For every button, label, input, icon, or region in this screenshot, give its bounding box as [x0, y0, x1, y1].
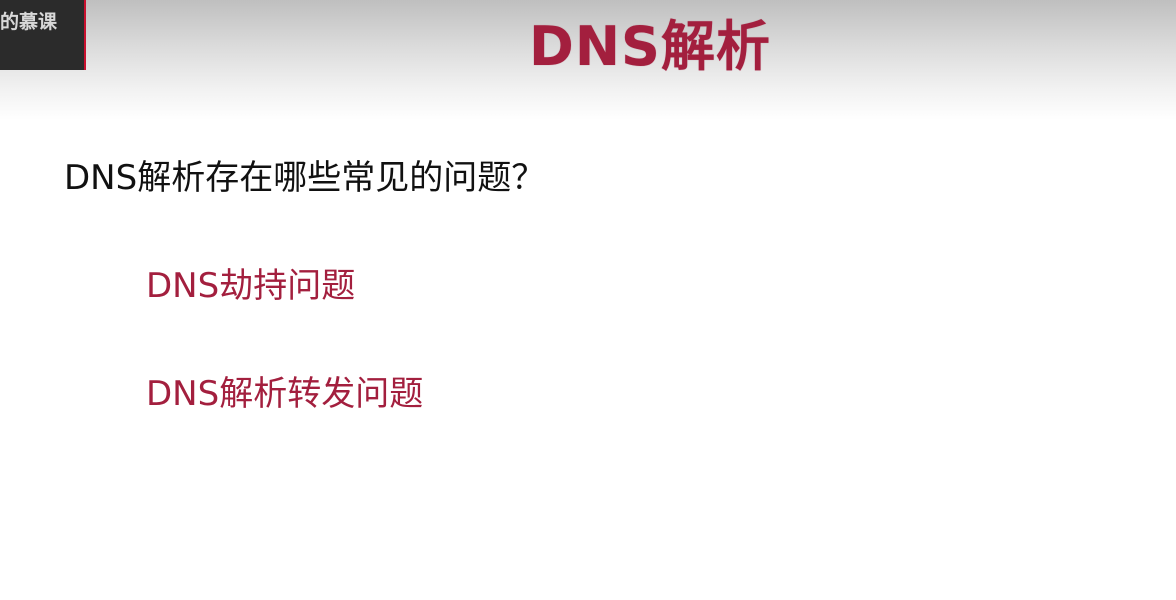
slide: 的慕课 DNS解析 DNS解析存在哪些常见的问题？ DNS劫持问题 DNS解析转… [0, 0, 1176, 600]
question-text: DNS解析存在哪些常见的问题？ [64, 158, 546, 198]
point-dns-hijack: DNS劫持问题 [146, 266, 356, 306]
point-dns-forwarding: DNS解析转发问题 [146, 374, 424, 414]
slide-title: DNS解析 [529, 15, 771, 78]
